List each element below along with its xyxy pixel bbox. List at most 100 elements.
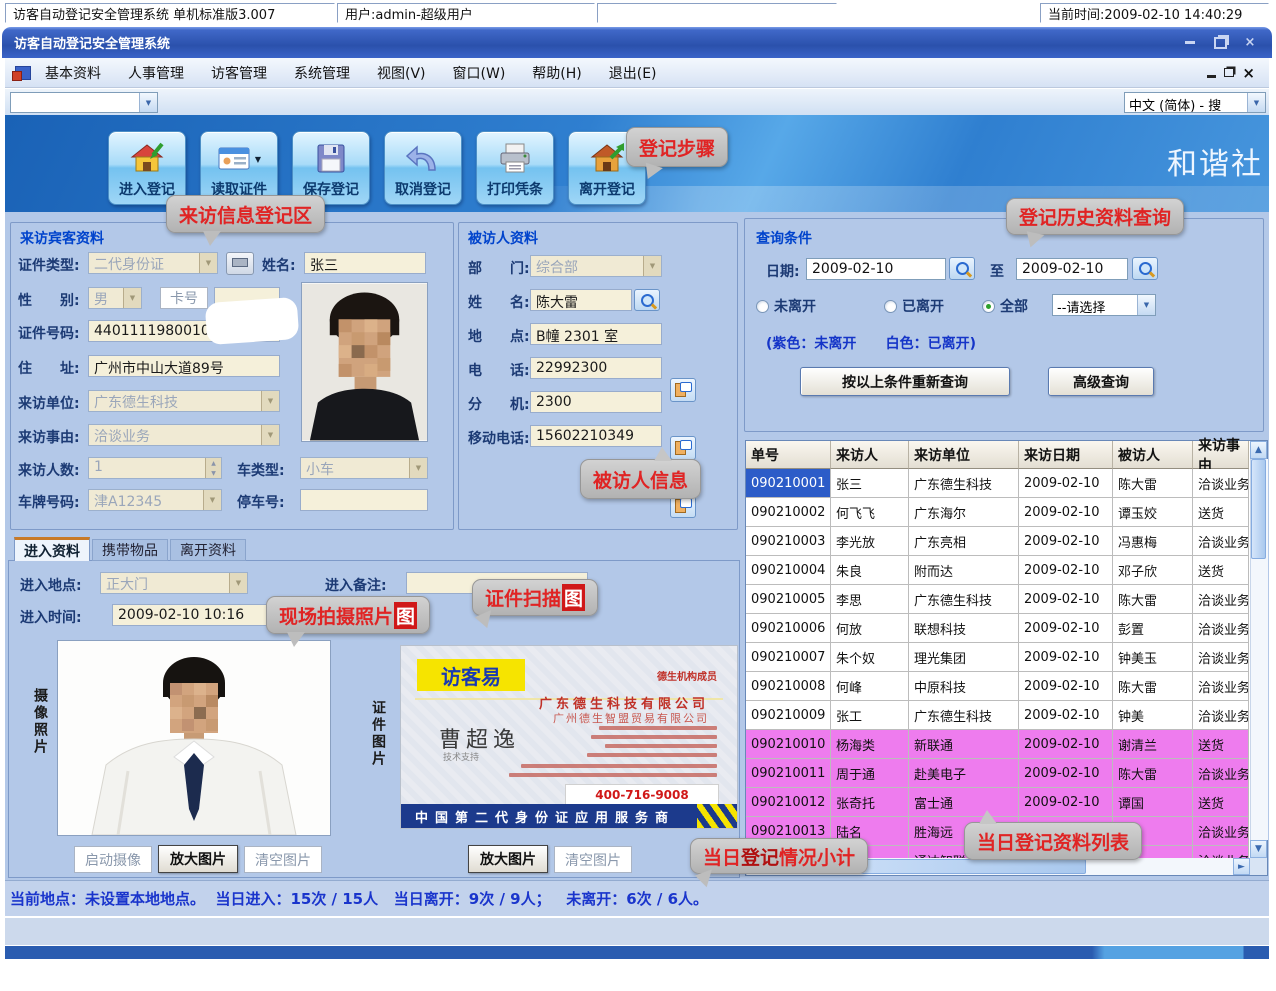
language-value: 中文 (简体) - 搜 (1125, 93, 1247, 112)
callout-live-photo: 现场拍摄照片图 (266, 596, 430, 634)
zoom-card-button[interactable]: 放大图片 (468, 845, 548, 873)
menu-item-view[interactable]: 视图(V) (377, 63, 426, 83)
ext-sms-button[interactable] (670, 436, 696, 460)
table-row[interactable]: 090210001张三广东德生科技2009-02-10陈大雷洽谈业务 (746, 469, 1267, 498)
count-stepper[interactable]: 1 ▲▼ (88, 457, 222, 479)
read-id-button[interactable]: ▼ 读取证件 (200, 131, 278, 205)
visited-name-field[interactable]: 陈大雷 (530, 289, 632, 311)
park-field[interactable] (300, 489, 428, 511)
card-reader-button[interactable] (226, 252, 254, 275)
menu-item-visitor[interactable]: 访客管理 (211, 63, 267, 83)
menu-bar: 基本资料 人事管理 访客管理 系统管理 视图(V) 窗口(W) 帮助(H) 退出… (5, 58, 1269, 88)
start-camera-button[interactable]: 启动摄像 (74, 846, 152, 873)
gender-select[interactable]: 男▼ (88, 287, 142, 309)
chevron-down-icon[interactable]: ▼ (139, 93, 157, 112)
restore-icon[interactable] (1208, 35, 1232, 51)
requery-button[interactable]: 按以上条件重新查询 (800, 367, 1010, 396)
table-row[interactable]: 090210009张工广东德生科技2009-02-10钟美洽谈业务 (746, 701, 1267, 730)
menu-item-basic[interactable]: 基本资料 (45, 63, 101, 83)
tab-leave-info[interactable]: 离开资料 (170, 539, 246, 561)
table-row[interactable]: 090210012张奇托富士通2009-02-10谭国送货 (746, 788, 1267, 817)
language-combo[interactable]: 中文 (简体) - 搜 ▼ (1124, 92, 1266, 113)
table-row[interactable]: 090210006何放联想科技2009-02-10彭置洽谈业务 (746, 614, 1267, 643)
mdi-close-icon[interactable]: × (1242, 68, 1255, 78)
col-header[interactable]: 来访单位 (909, 441, 1019, 469)
table-row[interactable]: 090210007朱个奴理光集团2009-02-10钟美玉洽谈业务 (746, 643, 1267, 672)
location-field[interactable]: B幢 2301 室 (530, 323, 662, 345)
col-header[interactable]: 来访事由 (1193, 441, 1249, 469)
filter-select[interactable]: --请选择▼ (1052, 294, 1156, 316)
dept-select[interactable]: 综合部▼ (530, 255, 662, 277)
chevron-down-icon[interactable]: ▼ (1247, 93, 1265, 112)
save-register-button[interactable]: 保存登记 (292, 131, 370, 205)
car-type-select[interactable]: 小车▼ (300, 457, 428, 479)
print-slip-button[interactable]: 打印凭条 (476, 131, 554, 205)
v-scroll-thumb[interactable] (1251, 459, 1266, 559)
app-icon (15, 66, 31, 80)
advanced-query-button[interactable]: 高级查询 (1048, 367, 1154, 396)
col-header[interactable]: 来访人 (831, 441, 909, 469)
dropdown-arrow-icon[interactable]: ▼ (255, 155, 261, 164)
tab-entry-info[interactable]: 进入资料 (14, 537, 90, 561)
menu-item-exit[interactable]: 退出(E) (609, 63, 657, 83)
plate-select[interactable]: 津A12345▼ (88, 489, 222, 511)
table-header: 单号 来访人 来访单位 来访日期 被访人 来访事由 (746, 441, 1267, 469)
table-row[interactable]: 090210004朱良附而达2009-02-10邓子欣送货 (746, 556, 1267, 585)
visited-search-button[interactable] (634, 289, 660, 311)
close-icon[interactable]: × (1238, 35, 1262, 51)
table-row[interactable]: 090210005李思广东德生科技2009-02-10陈大雷洽谈业务 (746, 585, 1267, 614)
address-field[interactable]: 广州市中山大道89号 (88, 355, 280, 377)
id-type-select[interactable]: 二代身份证▼ (88, 252, 218, 274)
enter-register-button[interactable]: 进入登记 (108, 131, 186, 205)
visitor-name-field[interactable]: 张三 (304, 252, 426, 274)
spin-up-icon[interactable]: ▲ (206, 458, 221, 468)
menu-item-system[interactable]: 系统管理 (294, 63, 350, 83)
ext-field[interactable]: 2300 (530, 391, 662, 413)
date-label: 日期: (766, 261, 800, 281)
entry-place-select[interactable]: 正大门▼ (100, 572, 248, 594)
menu-item-hr[interactable]: 人事管理 (128, 63, 184, 83)
query-groupbox (744, 218, 1264, 432)
menu-item-help[interactable]: 帮助(H) (532, 63, 581, 83)
card-no-button[interactable]: 卡号 (160, 287, 208, 309)
scroll-right-icon[interactable]: ► (1233, 858, 1250, 875)
quick-select-combo[interactable]: ▼ (10, 92, 158, 113)
date-to-field[interactable]: 2009-02-10 (1016, 258, 1128, 280)
radio-left[interactable]: 已离开 (884, 296, 944, 316)
date-to-picker-button[interactable] (1132, 257, 1158, 280)
col-header[interactable]: 来访日期 (1019, 441, 1113, 469)
mdi-minimize-icon[interactable] (1207, 75, 1216, 78)
table-row[interactable]: 090210002何飞飞广东海尔2009-02-10谭玉姣送货 (746, 498, 1267, 527)
scroll-up-icon[interactable]: ▲ (1250, 441, 1267, 459)
car-type-label: 车类型: (237, 460, 285, 480)
mobile-field[interactable]: 15602210349 (530, 425, 662, 447)
clear-photo-button[interactable]: 清空图片 (244, 846, 322, 873)
clear-card-button[interactable]: 清空图片 (554, 846, 632, 873)
park-label: 停车号: (237, 492, 285, 512)
spin-down-icon[interactable]: ▼ (206, 468, 221, 478)
table-row[interactable]: 090210008何峰中原科技2009-02-10陈大雷洽谈业务 (746, 672, 1267, 701)
minimize-icon[interactable] (1178, 35, 1202, 51)
tel-field[interactable]: 22992300 (530, 357, 662, 379)
tab-carried-items[interactable]: 携带物品 (92, 539, 168, 561)
date-from-field[interactable]: 2009-02-10 (806, 258, 946, 280)
entry-time-field[interactable]: 2009-02-10 10:16 (112, 604, 270, 626)
cancel-register-button[interactable]: 取消登记 (384, 131, 462, 205)
menu-item-window[interactable]: 窗口(W) (453, 63, 506, 83)
col-header[interactable]: 被访人 (1113, 441, 1193, 469)
mdi-restore-icon[interactable] (1224, 68, 1234, 77)
date-from-picker-button[interactable] (949, 257, 975, 280)
col-header[interactable]: 单号 (746, 441, 831, 469)
reason-select[interactable]: 洽谈业务▼ (88, 424, 280, 446)
zoom-photo-button[interactable]: 放大图片 (158, 845, 238, 873)
table-row[interactable]: 090210003李光放广东亮相2009-02-10冯惠梅洽谈业务 (746, 527, 1267, 556)
entry-place-label: 进入地点: (20, 575, 82, 595)
radio-all[interactable]: 全部 (982, 296, 1028, 316)
enter-house-icon (129, 142, 165, 176)
table-row[interactable]: 090210010杨海类新联通2009-02-10谢清兰送货 (746, 730, 1267, 759)
table-row[interactable]: 090210011周于通赴美电子2009-02-10陈大雷洽谈业务 (746, 759, 1267, 788)
unit-select[interactable]: 广东德生科技▼ (88, 390, 280, 412)
scroll-down-icon[interactable]: ▼ (1250, 840, 1267, 858)
tel-sms-button[interactable] (670, 378, 696, 402)
radio-not-left[interactable]: 未离开 (756, 296, 816, 316)
